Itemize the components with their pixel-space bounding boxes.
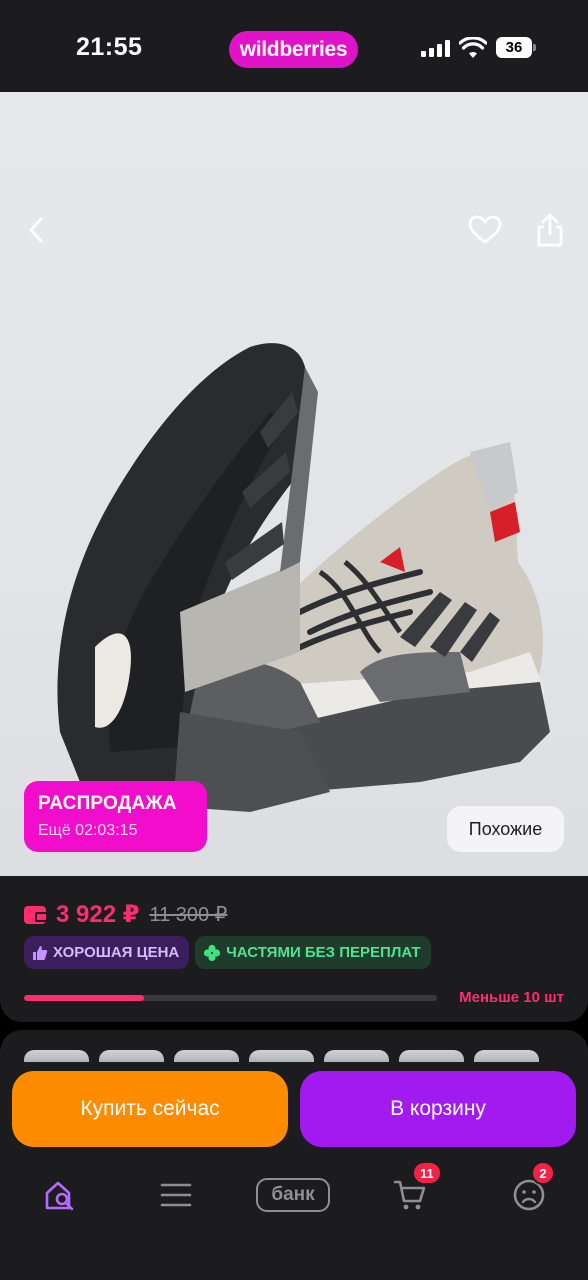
stock-label: Меньше 10 шт xyxy=(459,989,564,1006)
buy-now-button[interactable]: Купить сейчас xyxy=(12,1071,288,1147)
add-to-cart-button[interactable]: В корзину xyxy=(300,1071,576,1147)
sale-timer: Ещё 02:03:15 xyxy=(38,822,138,839)
brand-logo: wildberries xyxy=(229,31,358,68)
old-price: 11 300 ₽ xyxy=(149,904,228,926)
stock-progress xyxy=(24,995,437,1001)
tab-bar: банк 11 2 xyxy=(0,1157,588,1280)
tab-cart[interactable]: 11 xyxy=(386,1161,442,1215)
heart-icon xyxy=(468,215,502,244)
signal-icon xyxy=(421,40,450,57)
tab-home[interactable] xyxy=(36,1175,84,1215)
price-row: 3 922 ₽ 11 300 ₽ xyxy=(24,900,227,929)
battery-level: 36 xyxy=(496,37,532,58)
status-bar: 21:55 wildberries 36 xyxy=(0,0,588,92)
status-time: 21:55 xyxy=(76,33,143,61)
home-search-icon xyxy=(45,1181,74,1211)
sale-badge[interactable]: РАСПРОДАЖА Ещё 02:03:15 xyxy=(24,781,207,852)
price-card: 3 922 ₽ 11 300 ₽ ХОРОШАЯ ЦЕНА ЧАСТЯМИ БЕ… xyxy=(0,876,588,1022)
share-button[interactable] xyxy=(530,210,570,250)
wifi-icon xyxy=(459,37,487,58)
share-icon xyxy=(537,213,563,247)
menu-icon xyxy=(160,1183,192,1207)
tab-bank[interactable]: банк xyxy=(256,1175,330,1215)
profile-badge: 2 xyxy=(531,1161,555,1185)
thumbs-up-icon xyxy=(33,945,48,960)
wallet-icon xyxy=(24,905,48,924)
product-image[interactable]: РАСПРОДАЖА Ещё 02:03:15 Похожие xyxy=(0,92,588,876)
tab-profile[interactable]: 2 xyxy=(505,1161,555,1215)
current-price: 3 922 ₽ xyxy=(56,901,140,928)
action-bar: Купить сейчас В корзину xyxy=(0,1062,588,1157)
battery-icon: 36 xyxy=(496,37,536,58)
installments-label: ЧАСТЯМИ БЕЗ ПЕРЕПЛАТ xyxy=(226,944,421,961)
clover-icon xyxy=(204,944,221,961)
cart-badge: 11 xyxy=(412,1161,442,1185)
back-button[interactable] xyxy=(17,210,57,250)
tab-catalog[interactable] xyxy=(152,1175,200,1215)
favorite-button[interactable] xyxy=(465,210,505,250)
similar-button[interactable]: Похожие xyxy=(447,806,564,852)
back-arrow-icon xyxy=(29,217,43,243)
sale-title: РАСПРОДАЖА xyxy=(38,793,177,814)
good-price-label: ХОРОШАЯ ЦЕНА xyxy=(53,944,180,961)
installments-chip[interactable]: ЧАСТЯМИ БЕЗ ПЕРЕПЛАТ xyxy=(195,936,431,969)
good-price-chip[interactable]: ХОРОШАЯ ЦЕНА xyxy=(24,936,190,969)
bank-label: банк xyxy=(256,1178,330,1212)
stock-progress-fill xyxy=(24,995,144,1001)
